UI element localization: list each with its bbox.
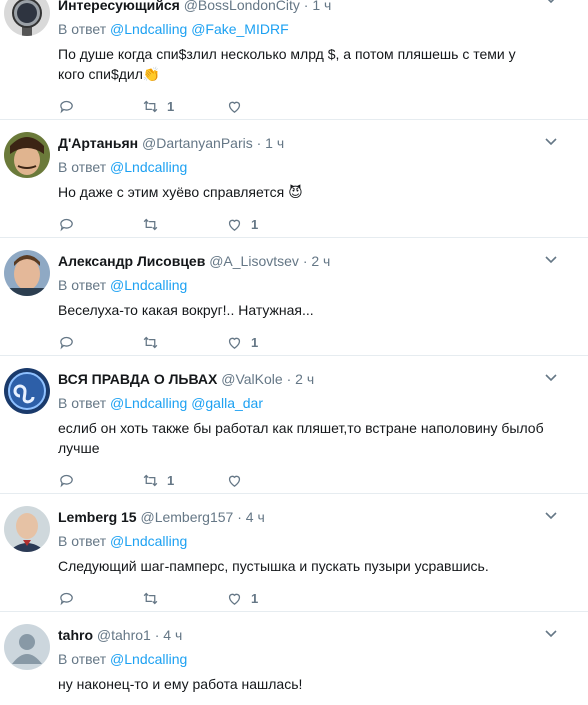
like-button[interactable]: 1 [226, 216, 310, 233]
mention-link[interactable]: @galla_dar [191, 395, 263, 411]
retweet-button[interactable] [142, 590, 226, 607]
retweet-icon [143, 336, 158, 348]
chevron-down-icon[interactable] [544, 508, 558, 522]
author-name[interactable]: ВСЯ ПРАВДА О ЛЬВАХ [58, 371, 217, 387]
tweet-text: По душе когда спи$злил несколько млрд $,… [58, 46, 516, 82]
leo-zodiac-avatar[interactable] [4, 368, 50, 414]
retweet-count: 1 [167, 472, 175, 488]
tweet[interactable]: Д'Артаньян @DartanyanParis · 1 ч В ответ… [0, 120, 588, 238]
reply-to: В ответ @Lndcalling [58, 159, 188, 175]
portrait-avatar[interactable] [4, 506, 50, 552]
tweet[interactable]: ВСЯ ПРАВДА О ЛЬВАХ @ValKole · 2 ч В отве… [0, 356, 588, 494]
author-handle[interactable]: @A_Lisovtsev [209, 253, 299, 269]
chevron-down-icon[interactable] [544, 252, 558, 266]
author-name[interactable]: Lemberg 15 [58, 509, 137, 525]
retweet-icon [143, 100, 158, 112]
retweet-icon [143, 474, 158, 486]
mention-link[interactable]: @Lndcalling [110, 159, 187, 175]
retweet-button[interactable] [142, 334, 226, 351]
timestamp[interactable]: 4 ч [163, 627, 182, 643]
tweet-actions: 1 [58, 588, 544, 608]
author-handle[interactable]: @tahro1 [97, 627, 151, 643]
timestamp[interactable]: 4 ч [246, 509, 265, 525]
author-name[interactable]: Интересующийся [58, 0, 180, 13]
tweet-text: Но даже с этим хуёво справляется 😈 [58, 184, 303, 200]
mention-link[interactable]: @Lndcalling [110, 277, 187, 293]
reply-to: В ответ @Lndcalling [58, 277, 188, 293]
tweet-text: Следующий шаг-памперс, пустышка и пускат… [58, 558, 489, 574]
reply-to: В ответ @Lndcalling @galla_dar [58, 395, 263, 411]
heart-icon [228, 593, 241, 605]
retweet-button[interactable]: 1 [142, 472, 226, 489]
chevron-down-icon[interactable] [544, 134, 558, 148]
like-count: 1 [251, 216, 259, 232]
mention-link[interactable]: @Lndcalling [110, 21, 187, 37]
retweet-icon [143, 218, 158, 230]
author-name[interactable]: Д'Артаньян [58, 135, 138, 151]
timestamp[interactable]: 2 ч [311, 253, 330, 269]
clap-emoji: 👏 [142, 66, 161, 82]
reply-button[interactable] [58, 590, 142, 607]
reply-button[interactable] [58, 472, 142, 489]
like-count: 1 [251, 334, 259, 350]
tweet-text: ну наконец-то и ему работа нашлась! [58, 676, 303, 692]
like-button[interactable] [226, 472, 310, 489]
reply-icon [60, 592, 73, 605]
tweet-actions: 1 [58, 214, 544, 234]
reply-button[interactable] [58, 334, 142, 351]
mention-link[interactable]: @Lndcalling [110, 533, 187, 549]
author-handle[interactable]: @BossLondonCity [184, 0, 300, 13]
reply-button[interactable] [58, 98, 142, 115]
tweet[interactable]: Интересующийся @BossLondonCity · 1 ч В о… [0, 0, 588, 120]
tweet-text: еслиб он хоть также бы работал как пляше… [58, 420, 544, 456]
like-button[interactable]: 1 [226, 334, 310, 351]
heart-icon [228, 475, 241, 487]
reply-icon [60, 218, 73, 231]
retweet-count: 1 [167, 98, 175, 114]
author-handle[interactable]: @DartanyanParis [142, 135, 253, 151]
reply-icon [60, 474, 73, 487]
reply-to: В ответ @Lndcalling [58, 651, 188, 667]
author-name[interactable]: tahro [58, 627, 93, 643]
mention-link[interactable]: @Lndcalling [110, 651, 187, 667]
heart-icon [228, 101, 241, 113]
reply-icon [60, 100, 73, 113]
like-count: 1 [251, 590, 259, 606]
like-button[interactable]: 1 [226, 590, 310, 607]
musketeer-avatar[interactable] [4, 132, 50, 178]
tweet-actions: 1 [58, 470, 544, 490]
author-name[interactable]: Александр Лисовцев [58, 253, 205, 269]
tweet-actions: 1 [58, 332, 544, 352]
man-avatar[interactable] [4, 250, 50, 296]
retweet-button[interactable] [142, 216, 226, 233]
retweet-icon [143, 592, 158, 604]
tweet[interactable]: Lemberg 15 @Lemberg157 · 4 ч В ответ @Ln… [0, 494, 588, 612]
author-handle[interactable]: @ValKole [221, 371, 282, 387]
tweet[interactable]: Александр Лисовцев @A_Lisovtsev · 2 ч В … [0, 238, 588, 356]
timestamp[interactable]: 1 ч [312, 0, 331, 13]
reply-icon [60, 336, 73, 349]
timestamp[interactable]: 2 ч [295, 371, 314, 387]
tweet-text: Веселуха-то какая вокруг!.. Натужная... [58, 302, 314, 318]
timestamp[interactable]: 1 ч [265, 135, 284, 151]
chevron-down-icon[interactable] [544, 0, 558, 6]
tweet[interactable]: tahro @tahro1 · 4 ч В ответ @Lndcalling … [0, 612, 588, 701]
reply-to: В ответ @Lndcalling [58, 533, 188, 549]
heart-icon [228, 337, 241, 349]
heart-icon [228, 219, 241, 231]
chevron-down-icon[interactable] [544, 370, 558, 384]
devil-emoji: 😈 [288, 184, 303, 200]
retweet-button[interactable]: 1 [142, 98, 226, 115]
mention-link[interactable]: @Lndcalling [110, 395, 187, 411]
like-button[interactable] [226, 98, 310, 115]
chevron-down-icon[interactable] [544, 626, 558, 640]
mention-link[interactable]: @Fake_MIDRF [191, 21, 288, 37]
reply-button[interactable] [58, 216, 142, 233]
default-avatar[interactable] [4, 624, 50, 670]
reply-to: В ответ @Lndcalling @Fake_MIDRF [58, 21, 289, 37]
author-handle[interactable]: @Lemberg157 [140, 509, 233, 525]
watch-avatar[interactable] [4, 0, 50, 36]
tweet-actions: 1 [58, 96, 544, 116]
